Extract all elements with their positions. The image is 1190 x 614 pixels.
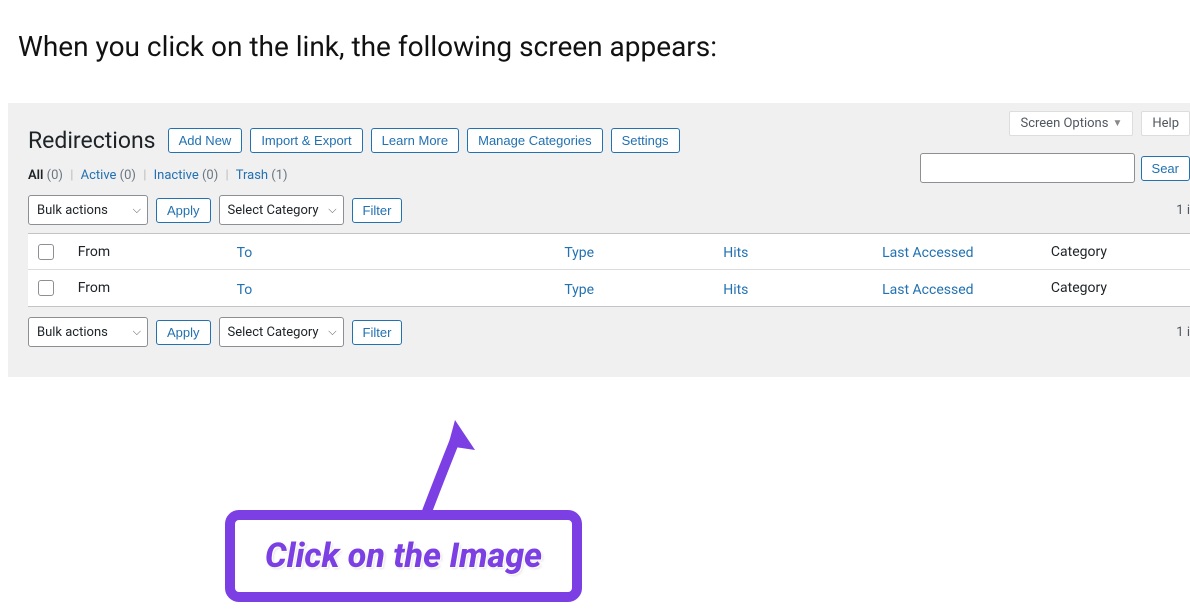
- table-footer: From To Type Hits Last Accessed Category: [28, 270, 1190, 306]
- callout-box: Click on the Image: [225, 510, 582, 602]
- col-last-header[interactable]: Last Accessed: [882, 245, 973, 261]
- col-hits-footer[interactable]: Hits: [723, 282, 748, 298]
- item-count-bottom: 1 i: [1176, 325, 1190, 340]
- filter-trash-count: (1): [271, 168, 287, 183]
- col-category-footer: Category: [1051, 280, 1180, 296]
- top-right-controls: Screen Options ▼ Help: [1009, 111, 1190, 136]
- import-export-button[interactable]: Import & Export: [250, 128, 362, 153]
- filter-inactive-count: (0): [202, 168, 218, 183]
- add-new-button[interactable]: Add New: [168, 128, 243, 153]
- separator: |: [143, 168, 146, 183]
- bulk-actions-label: Bulk actions: [37, 203, 108, 218]
- callout-text: Click on the Image: [265, 536, 542, 576]
- filter-all-count: (0): [47, 168, 63, 183]
- col-to-footer[interactable]: To: [237, 282, 253, 298]
- screen-options-label: Screen Options: [1020, 116, 1108, 131]
- select-all-checkbox-footer[interactable]: [38, 280, 54, 296]
- bulk-actions-select-bottom[interactable]: Bulk actions ⌵: [28, 317, 148, 347]
- page-title: Redirections: [28, 127, 156, 154]
- select-category-bottom[interactable]: Select Category ⌵: [219, 317, 344, 347]
- filter-active[interactable]: Active: [81, 168, 117, 183]
- filter-trash[interactable]: Trash: [236, 168, 268, 183]
- col-type-header[interactable]: Type: [564, 245, 594, 261]
- learn-more-button[interactable]: Learn More: [371, 128, 459, 153]
- filter-inactive[interactable]: Inactive: [154, 168, 199, 183]
- help-label: Help: [1152, 116, 1179, 131]
- filter-button-top[interactable]: Filter: [352, 198, 403, 223]
- table: From To Type Hits Last Accessed Category…: [28, 233, 1190, 307]
- filter-all[interactable]: All: [28, 168, 43, 183]
- search-button[interactable]: Sear: [1141, 156, 1190, 181]
- bulk-actions-label-bottom: Bulk actions: [37, 325, 108, 340]
- select-category-label-bottom: Select Category: [228, 325, 319, 340]
- select-category[interactable]: Select Category ⌵: [219, 195, 344, 225]
- separator: |: [70, 168, 73, 183]
- bulk-actions-select[interactable]: Bulk actions ⌵: [28, 195, 148, 225]
- col-from-footer: From: [78, 280, 237, 296]
- item-count-top: 1 i: [1176, 203, 1190, 218]
- col-hits-header[interactable]: Hits: [723, 245, 748, 261]
- apply-button-top[interactable]: Apply: [156, 198, 211, 223]
- col-last-footer[interactable]: Last Accessed: [882, 282, 973, 298]
- search-input[interactable]: [920, 153, 1135, 183]
- col-to-header[interactable]: To: [237, 245, 253, 261]
- actions-row-bottom: Bulk actions ⌵ Apply Select Category ⌵ F…: [28, 317, 1190, 347]
- select-category-label: Select Category: [228, 203, 319, 218]
- chevron-down-icon: ⌵: [328, 325, 336, 339]
- apply-button-bottom[interactable]: Apply: [156, 320, 211, 345]
- col-category-header: Category: [1051, 244, 1180, 260]
- search-area: Sear: [920, 153, 1190, 183]
- actions-row-top: Bulk actions ⌵ Apply Select Category ⌵ F…: [28, 195, 1190, 225]
- select-all-checkbox[interactable]: [38, 244, 54, 260]
- col-type-footer[interactable]: Type: [564, 282, 594, 298]
- chevron-down-icon: ⌵: [133, 203, 141, 217]
- manage-categories-button[interactable]: Manage Categories: [467, 128, 602, 153]
- admin-panel: Screen Options ▼ Help Redirections Add N…: [8, 103, 1190, 377]
- screen-options-button[interactable]: Screen Options ▼: [1009, 111, 1133, 136]
- separator: |: [226, 168, 229, 183]
- filter-button-bottom[interactable]: Filter: [352, 320, 403, 345]
- chevron-down-icon: ⌵: [328, 203, 336, 217]
- chevron-down-icon: ⌵: [133, 325, 141, 339]
- col-from-header: From: [78, 244, 237, 260]
- filter-active-count: (0): [120, 168, 136, 183]
- help-button[interactable]: Help: [1141, 111, 1190, 136]
- intro-text: When you click on the link, the followin…: [0, 0, 1190, 83]
- table-header: From To Type Hits Last Accessed Category: [28, 234, 1190, 270]
- chevron-down-icon: ▼: [1112, 118, 1122, 129]
- settings-button[interactable]: Settings: [611, 128, 680, 153]
